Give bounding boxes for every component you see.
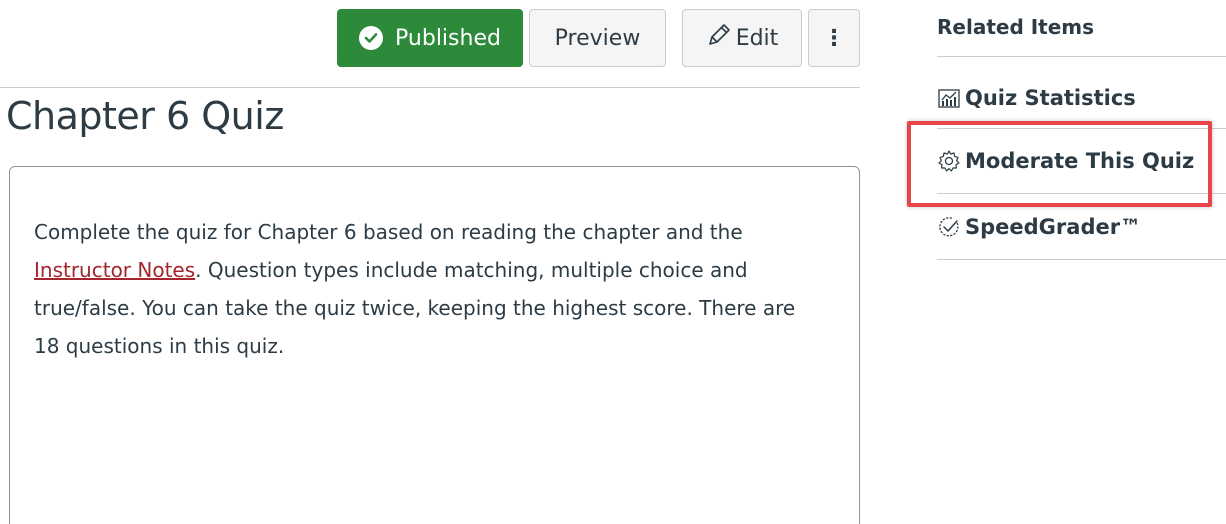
check-circle-icon [359, 26, 384, 50]
description-text-start: Complete the quiz for Chapter 6 based on… [34, 220, 743, 244]
published-button-label: Published [395, 25, 501, 51]
stats-icon [938, 89, 960, 108]
preview-button-label: Preview [554, 25, 641, 51]
more-options-icon: ⋮ [823, 25, 845, 51]
pencil-icon [706, 22, 732, 54]
sidebar-divider [937, 56, 1226, 57]
related-items-heading: Related Items [937, 15, 1095, 39]
page-title: Chapter 6 Quiz [6, 94, 284, 138]
edit-button-label: Edit [735, 25, 779, 51]
edit-button[interactable]: Edit [682, 9, 802, 67]
related-items-sidebar: Related Items Quiz Statistics Moderate T… [937, 0, 1226, 524]
sidebar-divider [937, 259, 1226, 260]
sidebar-item-label: Quiz Statistics [965, 86, 1136, 110]
header-divider [0, 87, 860, 88]
quiz-description: Complete the quiz for Chapter 6 based on… [34, 213, 824, 365]
quiz-description-box: Complete the quiz for Chapter 6 based on… [9, 166, 860, 524]
quiz-page: Published Preview Edit ⋮ Chapter 6 Quiz … [0, 0, 1226, 524]
sidebar-item-quiz-statistics[interactable]: Quiz Statistics [937, 86, 1136, 110]
sidebar-item-speedgrader[interactable]: SpeedGrader™ [937, 215, 1141, 239]
more-options-button[interactable]: ⋮ [808, 9, 860, 67]
instructor-notes-link[interactable]: Instructor Notes [34, 258, 195, 282]
published-button[interactable]: Published [337, 9, 523, 67]
speedgrader-icon [939, 217, 959, 237]
preview-button[interactable]: Preview [529, 9, 666, 67]
highlight-annotation [907, 121, 1212, 207]
sidebar-item-label: SpeedGrader™ [965, 215, 1142, 239]
quiz-toolbar: Published Preview Edit ⋮ [0, 9, 861, 69]
